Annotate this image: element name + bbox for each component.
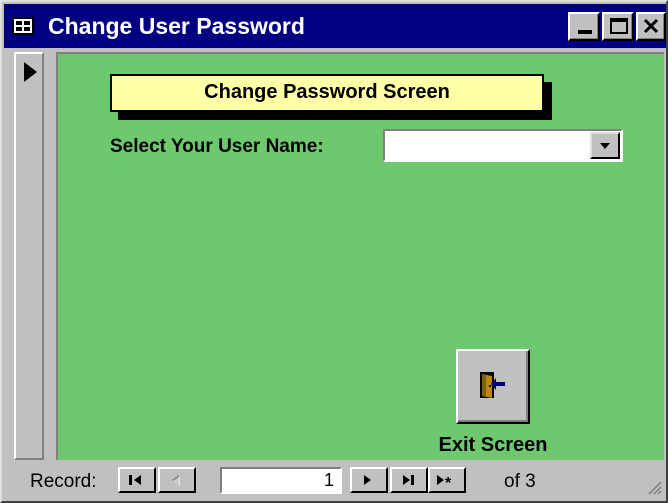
chevron-down-icon <box>600 143 610 149</box>
first-record-button[interactable] <box>118 467 156 493</box>
svg-text:*: * <box>445 475 452 488</box>
exit-screen-button[interactable] <box>456 349 530 424</box>
exit-door-icon <box>480 372 505 398</box>
maximize-button[interactable] <box>602 12 634 41</box>
form-icon[interactable] <box>12 17 34 35</box>
minimize-button[interactable] <box>568 12 600 41</box>
last-record-icon <box>403 475 414 485</box>
record-count: of 3 <box>504 471 536 492</box>
user-name-label: Select Your User Name: <box>110 136 324 157</box>
record-label: Record: <box>30 471 97 492</box>
previous-record-icon <box>172 475 180 486</box>
title-bar[interactable]: Change User Password <box>4 4 666 48</box>
form-header-label: Change Password Screen <box>110 74 544 112</box>
minimize-icon <box>578 30 592 34</box>
new-record-icon: * <box>437 475 452 488</box>
resize-grip-icon[interactable] <box>646 479 662 495</box>
close-button[interactable] <box>636 12 666 41</box>
window-title: Change User Password <box>48 13 305 39</box>
exit-screen-label: Exit Screen <box>438 434 548 456</box>
current-record-field[interactable]: 1 <box>220 467 342 494</box>
first-record-icon <box>129 475 141 485</box>
next-record-icon <box>364 475 371 485</box>
next-record-button[interactable] <box>350 467 388 493</box>
new-record-button[interactable]: * <box>428 467 466 493</box>
previous-record-button[interactable] <box>158 467 196 493</box>
form-body <box>56 52 664 460</box>
last-record-button[interactable] <box>390 467 428 493</box>
record-navigation-bar: Record: 1 * of 3 <box>14 462 666 499</box>
user-name-dropdown-button[interactable] <box>590 132 620 159</box>
window: Change User Password Change Password Scr… <box>0 0 668 503</box>
user-name-combobox[interactable] <box>383 129 623 162</box>
current-record-icon <box>24 62 37 82</box>
maximize-icon <box>610 18 628 34</box>
close-icon <box>643 18 659 34</box>
record-selector[interactable] <box>14 52 44 460</box>
